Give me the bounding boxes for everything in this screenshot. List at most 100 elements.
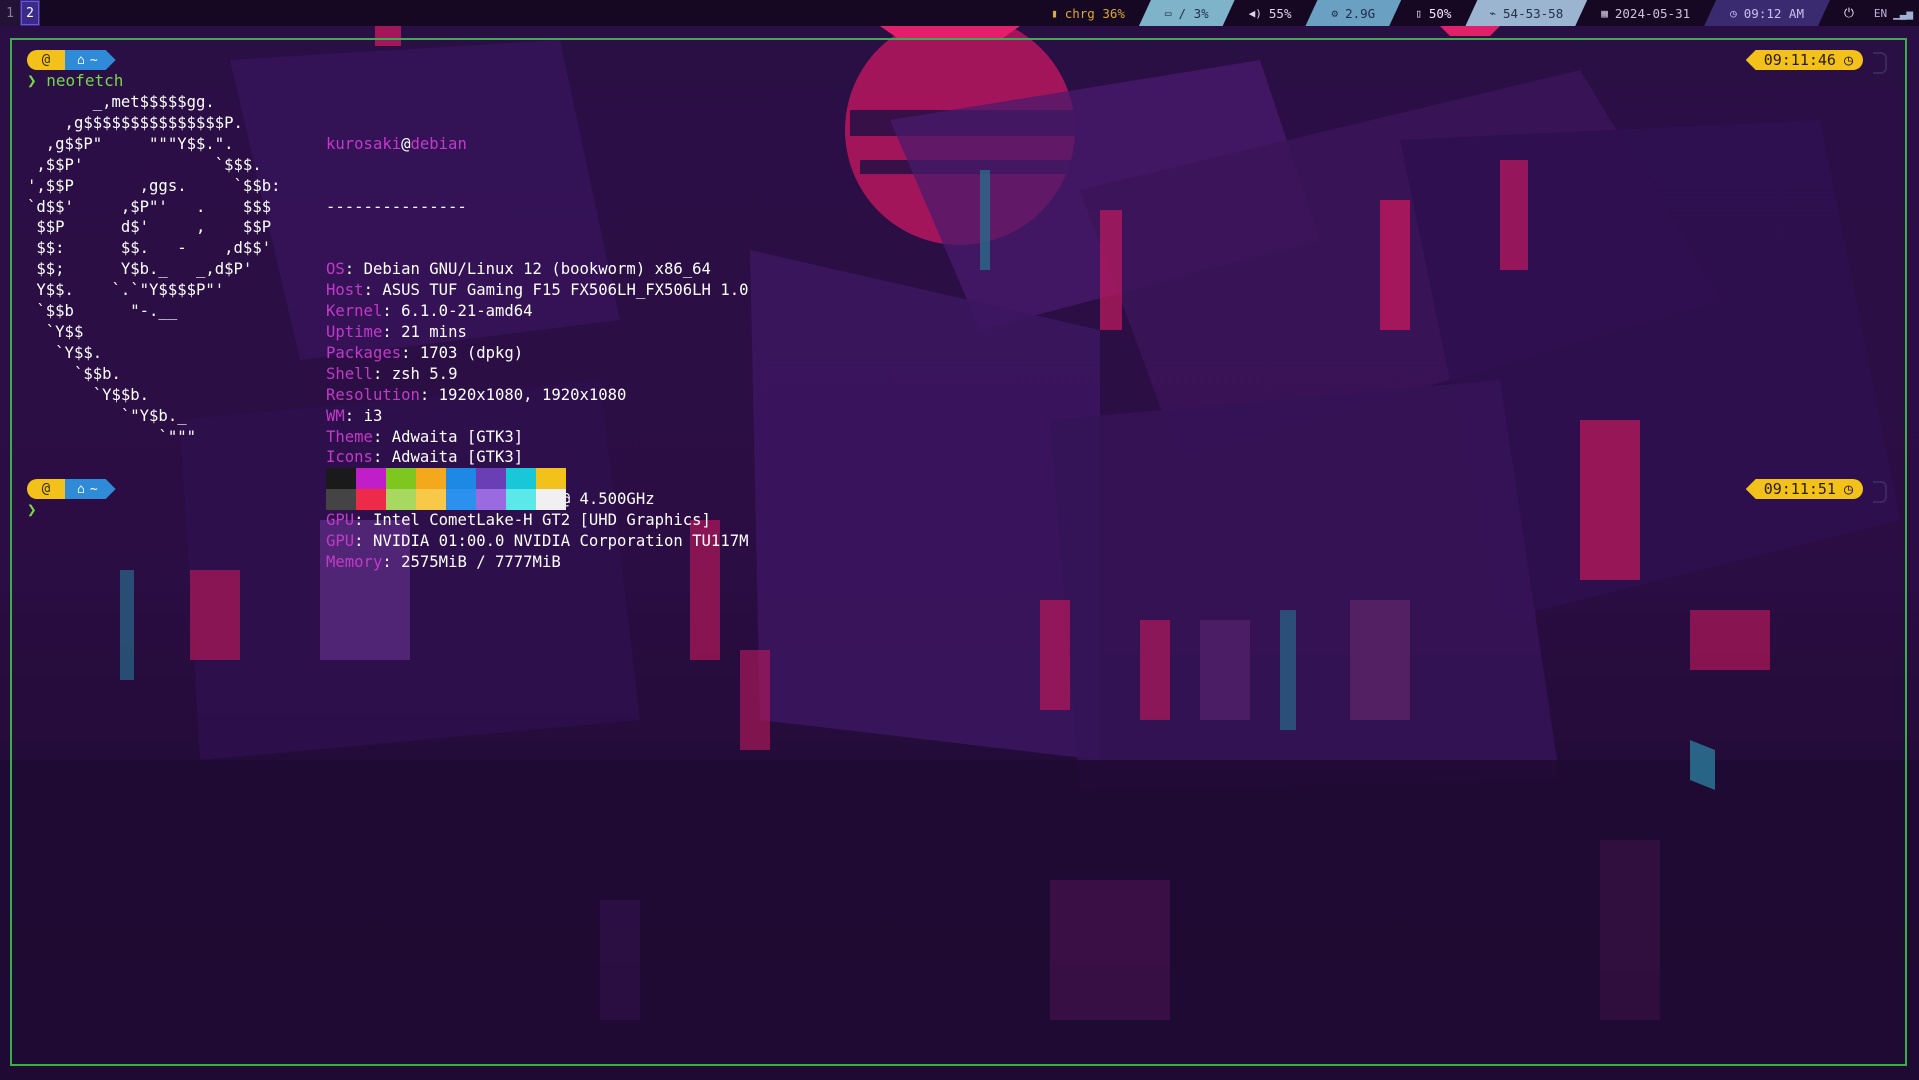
disk-icon: ▭ [1164,6,1172,20]
info-value: 1703 (dpkg) [419,343,524,362]
info-row: Kernel: 6.1.0-21-amd64 [326,302,533,321]
clock-module[interactable]: ◷ 09:12 AM [1704,0,1830,26]
network-text: 54-53-58 [1503,5,1564,21]
info-row: OS: Debian GNU/Linux 12 (bookworm) x86_6… [326,260,711,279]
system-info: kurosaki@debian --------------- OS: Debi… [326,92,749,615]
info-key: Memory [326,552,383,571]
signal-icon: ▁▃▅ [1893,6,1913,20]
info-value: 21 mins [401,322,467,341]
date-module[interactable]: ▦ 2024-05-31 [1587,0,1704,26]
network-module[interactable]: ⌁ 54-53-58 [1465,0,1587,26]
info-value: 6.1.0-21-amd64 [401,302,533,321]
brightness-icon: ▯ [1415,6,1422,20]
memory-module[interactable]: ⚙ 2.9G [1305,0,1401,26]
palette-swatch [386,489,416,510]
command-text: neofetch [46,71,124,90]
info-key: Packages [326,343,402,362]
palette-swatch [476,468,506,489]
disk-text: / 3% [1178,5,1209,21]
ascii-line: `"Y$b._ [27,406,187,425]
info-row: GPU: NVIDIA 01:00.0 NVIDIA Corporation T… [326,532,749,551]
clock-text: 09:12 AM [1743,5,1804,21]
ascii-line: $$: $$. - ,d$$' [27,239,272,258]
palette-swatch [536,489,566,510]
info-value: ASUS TUF Gaming F15 FX506LH_FX506LH 1.0 [382,281,749,300]
disk-module[interactable]: ▭ / 3% [1139,0,1235,26]
prompt-time-1: 09:11:46 ◷ [1745,50,1863,70]
home-icon: ⌂ [77,52,85,68]
right-prompt-corner [1873,52,1887,74]
prompt-line-1: @ ⌂ ~ [27,50,116,70]
ascii-line: ,$$P' `$$$. [27,155,262,174]
calendar-icon: ▦ [1601,6,1608,20]
battery-module[interactable]: ▮ chrg 36% [1037,0,1139,26]
ascii-line: ,g$$$$$$$$$$$$$$$P. [27,113,243,132]
info-key: WM [326,406,345,425]
workspace-1[interactable]: 1 [0,0,20,26]
ascii-line: ,g$$P" """Y$$.". [27,134,234,153]
ascii-line: _,met$$$$$gg. [27,93,215,111]
info-key: Uptime [326,322,383,341]
palette-swatch [446,468,476,489]
palette-swatch [536,468,566,489]
palette-swatch [326,468,356,489]
status-modules: ▮ chrg 36% ▭ / 3% ◀) 55% ⚙ 2.9G ▯ 50% ⌁ … [1037,0,1919,26]
top-bar: 1 2 ▮ chrg 36% ▭ / 3% ◀) 55% ⚙ 2.9G ▯ 50… [0,0,1919,26]
power-icon: ⏻ [1843,5,1854,20]
info-key: Theme [326,427,373,446]
prompt-time-text-1: 09:11:46 [1763,51,1836,69]
separator: --------------- [326,197,467,216]
memory-text: 2.9G [1345,5,1376,21]
ascii-line: `Y$$. [27,343,103,362]
cwd-segment: ⌂ ~ [65,479,116,499]
ascii-line: `d$$' ,$P"' . $$$ [27,197,272,216]
prompt-symbol: ❯ [27,500,37,519]
info-value: 2575MiB / 7777MiB [401,552,561,571]
power-button[interactable]: ⏻ [1830,0,1868,26]
clock-icon: ◷ [1730,6,1737,20]
ascii-line: Y$$. `.`"Y$$$$P"' [27,281,225,300]
debian-swirl-icon: @ [27,50,65,70]
info-key: OS [326,260,345,279]
clock-icon: ◷ [1843,480,1853,498]
prompt-time-text-2: 09:11:51 [1763,480,1836,498]
info-key: GPU [326,532,355,551]
palette-swatch [416,468,446,489]
ascii-line: ',$$P ,ggs. `$$b: [27,176,281,195]
info-key: GPU [326,511,355,530]
prompt-symbol: ❯ [27,71,37,90]
palette-swatch [356,489,386,510]
info-value: Intel CometLake-H GT2 [UHD Graphics] [372,511,711,530]
brightness-module[interactable]: ▯ 50% [1401,0,1465,26]
debian-swirl-icon: @ [27,479,65,499]
ascii-line: `""" [27,427,196,446]
cwd-text: ~ [89,52,98,68]
memory-icon: ⚙ [1331,6,1339,20]
input-prompt[interactable]: ❯ [27,500,37,519]
volume-module[interactable]: ◀) 55% [1235,0,1306,26]
network-icon: ⌁ [1489,6,1497,20]
palette-swatch [356,468,386,489]
debian-ascii-logo: _,met$$$$$gg. ,g$$$$$$$$$$$$$$$P. ,g$$P"… [27,92,280,447]
info-row: Host: ASUS TUF Gaming F15 FX506LH_FX506L… [326,281,749,300]
volume-text: 55% [1268,5,1292,21]
speaker-icon: ◀) [1248,6,1262,20]
info-value: i3 [363,406,383,425]
color-palette [326,468,566,510]
info-row: Shell: zsh 5.9 [326,364,458,383]
cwd-segment: ⌂ ~ [65,50,116,70]
at-sign: @ [401,134,411,153]
palette-swatch [506,489,536,510]
info-row: GPU: Intel CometLake-H GT2 [UHD Graphics… [326,511,711,530]
terminal-window[interactable]: @ ⌂ ~ 09:11:46 ◷ ❯ neofetch _,met$$$$$gg… [10,38,1907,1066]
home-icon: ⌂ [77,481,85,497]
keyboard-layout[interactable]: EN [1868,0,1893,26]
info-value: Adwaita [GTK3] [391,448,524,467]
palette-swatch [416,489,446,510]
info-value: 1920x1080, 1920x1080 [438,385,627,404]
palette-swatch [506,468,536,489]
workspace-2[interactable]: 2 [20,0,40,26]
cwd-text: ~ [89,481,98,497]
palette-swatch [386,468,416,489]
info-key: Kernel [326,302,383,321]
